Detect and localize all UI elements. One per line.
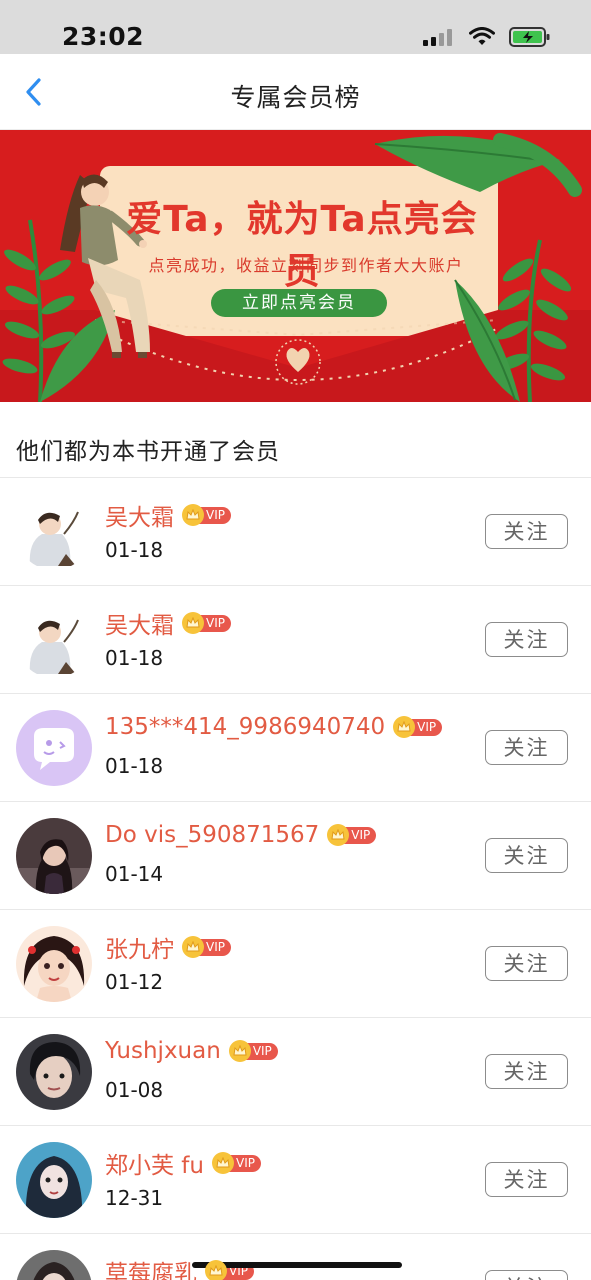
wifi-icon	[469, 27, 495, 45]
page-title: 专属会员榜	[230, 83, 361, 112]
member-name[interactable]: 郑小芙 fu	[105, 1146, 204, 1180]
member-date: 01-18	[105, 538, 164, 562]
crown-icon	[182, 612, 204, 634]
crown-icon	[205, 1260, 227, 1280]
member-name[interactable]: Yushjxuan	[105, 1038, 221, 1064]
vip-badge: VIP	[212, 1152, 261, 1174]
name-line: 张九柠 VIP	[105, 930, 231, 964]
crown-icon	[182, 504, 204, 526]
list-item[interactable]: Yushjxuan VIP 01-08 关注	[0, 1018, 591, 1126]
member-date: 01-14	[105, 862, 164, 886]
member-date: 01-18	[105, 646, 164, 670]
crown-icon	[228, 1040, 251, 1062]
avatar	[16, 1250, 92, 1280]
follow-button[interactable]: 关注	[485, 1054, 568, 1089]
avatar	[16, 818, 92, 894]
list-item[interactable]: 草莓腐乳 VIP 关注	[0, 1234, 591, 1280]
avatar	[16, 1034, 92, 1110]
status-time: 23:02	[62, 22, 145, 51]
name-line: 135***414_9986940740 VIP	[105, 714, 443, 740]
follow-button[interactable]: 关注	[485, 514, 568, 549]
member-date: 12-31	[105, 1186, 164, 1210]
status-bar: 23:02	[0, 0, 591, 54]
member-name[interactable]: 张九柠	[105, 930, 174, 964]
list-item[interactable]: 郑小芙 fu VIP 12-31 关注	[0, 1126, 591, 1234]
vip-badge: VIP	[327, 824, 377, 846]
crown-icon	[182, 936, 204, 958]
promo-banner[interactable]: 爱Ta，就为Ta点亮会员 点亮成功，收益立刻同步到作者大大账户 立即点亮会员	[0, 130, 591, 402]
member-date: 01-18	[105, 754, 164, 778]
list-item[interactable]: 张九柠 VIP 01-12 关注	[0, 910, 591, 1018]
status-icons	[423, 24, 551, 50]
member-name[interactable]: 草莓腐乳	[105, 1254, 197, 1280]
avatar	[16, 1142, 92, 1218]
member-name[interactable]: 135***414_9986940740	[105, 714, 385, 740]
vip-badge: VIP	[393, 716, 443, 738]
member-date: 01-12	[105, 970, 164, 994]
avatar	[16, 926, 92, 1002]
vip-badge: VIP	[182, 504, 231, 526]
vip-badge: VIP	[182, 936, 231, 958]
name-line: 郑小芙 fu VIP	[105, 1146, 261, 1180]
vip-badge: VIP	[182, 612, 231, 634]
name-line: 吴大霜 VIP	[105, 606, 231, 640]
follow-button[interactable]: 关注	[485, 838, 568, 873]
banner-title: 爱Ta，就为Ta点亮会员	[126, 199, 478, 292]
list-item[interactable]: 吴大霜 VIP 01-18 关注	[0, 478, 591, 586]
name-line: Yushjxuan VIP	[105, 1038, 278, 1064]
list-item[interactable]: 吴大霜 VIP 01-18 关注	[0, 586, 591, 694]
light-up-membership-button[interactable]: 立即点亮会员	[211, 289, 387, 317]
nav-bar: 专属会员榜	[0, 54, 591, 130]
member-name[interactable]: 吴大霜	[105, 606, 174, 640]
battery-icon	[509, 27, 550, 47]
avatar	[16, 602, 92, 678]
follow-button[interactable]: 关注	[485, 622, 568, 657]
name-line: Do vis_590871567 VIP	[105, 822, 377, 848]
crown-icon	[393, 716, 416, 738]
follow-button[interactable]: 关注	[485, 946, 568, 981]
vip-badge: VIP	[228, 1040, 278, 1062]
section-title: 他们都为本书开通了会员	[16, 439, 280, 465]
follow-button[interactable]: 关注	[485, 1270, 568, 1280]
member-list: 吴大霜 VIP 01-18 关注 吴大霜 VIP 01-18 关注 135***…	[0, 478, 591, 1280]
list-item[interactable]: Do vis_590871567 VIP 01-14 关注	[0, 802, 591, 910]
follow-button[interactable]: 关注	[485, 1162, 568, 1197]
avatar	[16, 710, 92, 786]
avatar	[16, 494, 92, 570]
list-item[interactable]: 135***414_9986940740 VIP 01-18 关注	[0, 694, 591, 802]
banner-subtitle: 点亮成功，收益立刻同步到作者大大账户	[148, 256, 464, 275]
member-name[interactable]: Do vis_590871567	[105, 822, 319, 848]
member-name[interactable]: 吴大霜	[105, 498, 174, 532]
member-date: 01-08	[105, 1078, 164, 1102]
follow-button[interactable]: 关注	[485, 730, 568, 765]
crown-icon	[212, 1152, 234, 1174]
signal-icon	[423, 29, 452, 46]
name-line: 吴大霜 VIP	[105, 498, 231, 532]
